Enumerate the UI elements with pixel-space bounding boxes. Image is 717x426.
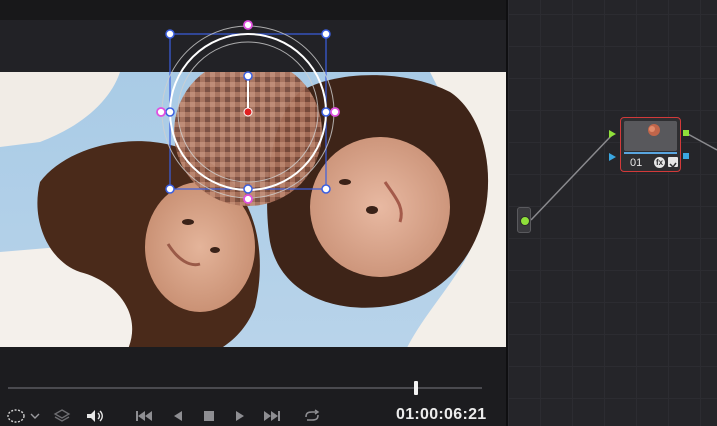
key-input-port-icon[interactable] <box>609 153 616 161</box>
corrector-node[interactable]: 01 fx <box>620 117 681 172</box>
input-port-icon[interactable] <box>609 130 616 138</box>
fx-icon[interactable]: fx <box>654 157 665 168</box>
source-dot-icon <box>520 216 530 226</box>
node-status-bar <box>624 152 677 154</box>
key-output-port-icon[interactable] <box>683 153 689 159</box>
node-enable-checkbox[interactable] <box>668 157 678 169</box>
node-label: 01 <box>630 157 643 169</box>
node-thumbnail <box>624 121 677 151</box>
source-node[interactable] <box>517 207 531 233</box>
node-connections <box>530 130 717 221</box>
output-port-icon[interactable] <box>683 130 689 136</box>
connection-line <box>530 134 613 221</box>
connection-line-out <box>685 132 717 151</box>
